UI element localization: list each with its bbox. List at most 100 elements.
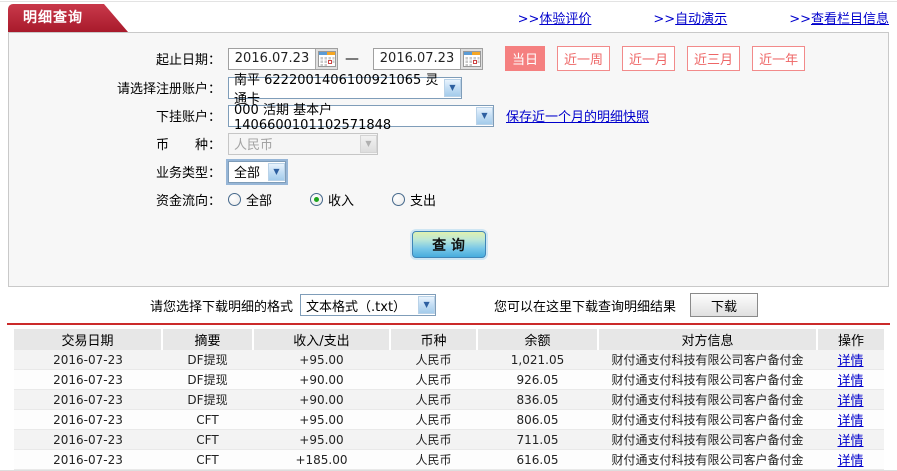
table-row: 2016-07-23 DF提现 +95.00 人民币 1,021.05 财付通支… [14,350,884,370]
download-hint: 您可以在这里下载查询明细结果 [494,299,677,315]
cell-counterparty: 财付通支付科技有限公司客户备付金 [598,389,817,410]
fund-flow-label: 资金流向： [155,194,221,209]
quick-range-today[interactable]: 当日 [505,46,546,71]
cell-currency: 人民币 [390,409,477,430]
download-format-select[interactable]: 文本格式（.txt） ▼ [300,294,437,316]
detail-link[interactable]: 详情 [837,374,863,389]
detail-link[interactable]: 详情 [837,454,863,469]
business-type-label: 业务类型： [155,166,221,181]
table-row: 2016-07-23 CFT +95.00 人民币 711.05 财付通支付科技… [14,429,884,450]
business-type-value: 全部 [234,166,261,181]
cell-amount: +95.00 [253,429,390,450]
nav-link-experience-feedback[interactable]: >>体验评价 [518,8,592,27]
fund-flow-row: 资金流向： 全部 收入 支出 [9,188,888,211]
cell-date: 2016-07-23 [14,389,162,410]
col-header-date: 交易日期 [14,329,162,350]
business-type-row: 业务类型： 全部 ▼ [9,160,888,183]
date-from-input[interactable] [229,48,315,69]
cell-currency: 人民币 [390,449,477,470]
col-header-action: 操作 [816,329,884,350]
cell-balance: 836.05 [477,389,598,410]
chevron-down-icon: ▼ [418,296,436,314]
cell-summary: DF提现 [162,369,253,390]
radio-flow-expense-label: 支出 [410,194,437,209]
cell-currency: 人民币 [390,429,477,450]
nav-link-auto-demo[interactable]: >>自动演示 [653,8,727,27]
radio-flow-all-label: 全部 [246,194,273,209]
save-monthly-snapshot-link[interactable]: 保存近一个月的明细快照 [506,106,649,125]
quick-range-month[interactable]: 近一月 [622,46,676,71]
date-range-dash: — [345,50,359,67]
radio-flow-income-label: 收入 [328,194,355,209]
table-row: 2016-07-23 DF提现 +90.00 人民币 836.05 财付通支付科… [14,389,884,410]
cell-currency: 人民币 [390,369,477,390]
currency-select-disabled: 人民币 ▼ [228,132,378,155]
date-to-input[interactable] [374,48,460,69]
col-header-counterparty: 对方信息 [597,329,817,350]
transactions-table: 交易日期 摘要 收入/支出 币种 余额 对方信息 操作 2016-07-23 D… [14,329,884,470]
registered-account-row: 请选择注册账户： 南平 6222001406100921065 灵通卡 ▼ [9,73,888,107]
radio-icon [228,193,241,206]
nav-link-view-column-info[interactable]: >>查看栏目信息 [789,8,889,27]
col-header-currency: 币种 [389,329,477,350]
radio-flow-expense[interactable]: 支出 [392,190,436,209]
cell-balance: 806.05 [477,409,598,430]
download-bar: 请您选择下载明细的格式 文本格式（.txt） ▼ 您可以在这里下载查询明细结果 … [0,287,897,323]
cell-date: 2016-07-23 [14,449,162,470]
cell-amount: +90.00 [253,369,390,390]
cell-balance: 926.05 [477,369,598,390]
cell-currency: 人民币 [390,389,477,410]
date-from-field [228,47,338,70]
download-button[interactable]: 下载 [690,293,759,317]
cell-amount: +90.00 [253,389,390,410]
cell-amount: +95.00 [253,350,390,370]
cell-counterparty: 财付通支付科技有限公司客户备付金 [598,409,817,430]
business-type-select[interactable]: 全部 ▼ [228,160,286,183]
currency-row: 币 种： 人民币 ▼ [9,132,888,155]
table-row: 2016-07-23 CFT +95.00 人民币 806.05 财付通支付科技… [14,409,884,430]
tab-detail-query[interactable]: 明细查询 [8,4,128,32]
link-prefix: >> [789,12,811,27]
detail-link[interactable]: 详情 [837,414,863,429]
detail-link[interactable]: 详情 [837,354,863,369]
query-button[interactable]: 查 询 [411,231,486,258]
currency-value: 人民币 [234,138,274,153]
cell-summary: CFT [162,429,253,450]
registered-account-select[interactable]: 南平 6222001406100921065 灵通卡 ▼ [228,73,462,107]
chevron-down-icon: ▼ [444,78,461,97]
radio-flow-income[interactable]: 收入 [310,190,354,209]
table-row: 2016-07-23 DF提现 +90.00 人民币 926.05 财付通支付科… [14,369,884,390]
cell-balance: 1,021.05 [477,350,598,370]
cell-balance: 616.05 [477,449,598,470]
cell-amount: +95.00 [253,409,390,430]
link-prefix: >> [517,12,540,27]
cell-summary: DF提现 [162,389,253,410]
cell-counterparty: 财付通支付科技有限公司客户备付金 [598,350,817,370]
col-header-balance: 余额 [476,329,598,350]
quick-range-week[interactable]: 近一周 [557,46,611,71]
nav-links: >>体验评价 >>自动演示 >>查看栏目信息 [518,8,889,27]
calendar-button[interactable] [460,48,482,69]
calendar-button[interactable] [315,48,337,69]
table-header-row: 交易日期 摘要 收入/支出 币种 余额 对方信息 操作 [14,329,884,350]
date-to-field [373,47,483,70]
chevron-down-icon: ▼ [268,162,285,181]
detail-link[interactable]: 详情 [837,434,863,449]
quick-range-quarter[interactable]: 近三月 [687,46,741,71]
detail-link[interactable]: 详情 [837,394,863,409]
sub-account-row: 下挂账户： 000 活期 基本户 1406600101102571848 ▼ 保… [9,103,888,133]
sub-account-label: 下挂账户： [155,110,221,125]
table-row: 2016-07-23 CFT +185.00 人民币 616.05 财付通支付科… [14,449,884,470]
calendar-icon [462,50,481,67]
col-header-summary: 摘要 [161,329,253,350]
download-format-label: 请您选择下载明细的格式 [150,299,294,315]
red-divider [7,323,890,325]
cell-date: 2016-07-23 [14,350,162,370]
radio-flow-all[interactable]: 全部 [228,190,272,209]
quick-range-year[interactable]: 近一年 [752,46,806,71]
col-header-amount: 收入/支出 [252,329,390,350]
sub-account-select[interactable]: 000 活期 基本户 1406600101102571848 ▼ [228,103,494,133]
cell-counterparty: 财付通支付科技有限公司客户备付金 [598,369,817,390]
link-prefix: >> [653,12,676,27]
calendar-icon [317,50,336,67]
